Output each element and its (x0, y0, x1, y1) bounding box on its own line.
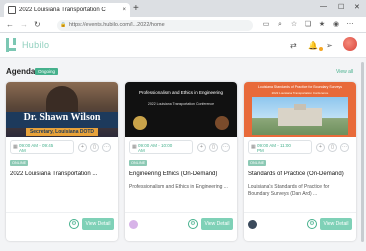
switch-icon[interactable]: ⇄ (290, 41, 297, 50)
notification-dot (319, 47, 323, 51)
reader-mode-icon[interactable]: ▭ (262, 21, 270, 29)
view-detail-button[interactable]: View Detail (201, 218, 233, 230)
tab-title: 2022 Louisiana Transportation C (19, 7, 106, 13)
app-header: Hubilo ⇄ 🔔 ➢ (0, 33, 366, 58)
brand-name: Hubilo (22, 40, 50, 50)
session-time: ▦ 09:00 AM - 11:00 PM (248, 140, 312, 154)
back-button[interactable]: ← (6, 20, 14, 30)
page-scrollbar[interactable] (361, 62, 364, 242)
thumbnail-title-overlay: Professionalism and Ethics in Engineerin… (138, 90, 224, 95)
address-toolbar: ← → ↻ 🔒 https://events.hubilo.com/l...20… (0, 17, 366, 33)
hubilo-logo[interactable] (6, 38, 17, 52)
session-thumbnail: Dr. Shawn Wilson Secretary, Louisiana DO… (6, 82, 118, 137)
bookmark-icon[interactable]: ▯ (90, 143, 99, 152)
online-tag: ONLINE (129, 160, 148, 166)
thumbnail-subtitle-overlay: 2022 Louisiana Transportation Conference (147, 102, 215, 106)
view-detail-button[interactable]: View Detail (320, 218, 352, 230)
session-card[interactable]: Professionalism and Ethics in Engineerin… (125, 82, 237, 241)
lock-icon: 🔒 (60, 22, 67, 28)
logo-seal-right (215, 116, 229, 130)
settings-gear-icon[interactable]: ⚙ (69, 219, 79, 229)
calendar-icon: ▦ (251, 144, 256, 150)
settings-gear-icon[interactable]: ⚙ (188, 219, 198, 229)
add-to-calendar-icon[interactable]: + (316, 143, 325, 152)
zoom-icon[interactable]: ⌕ (276, 21, 284, 29)
share-icon[interactable]: ⋯ (102, 143, 111, 152)
page-favicon-icon (8, 6, 16, 14)
view-detail-button[interactable]: View Detail (82, 218, 114, 230)
browser-window: 2022 Louisiana Transportation C × + — ☐ … (0, 0, 366, 251)
online-tag: ONLINE (248, 160, 267, 166)
bookmark-icon[interactable]: ▯ (209, 143, 218, 152)
forward-button[interactable]: → (20, 20, 28, 30)
add-to-calendar-icon[interactable]: + (78, 143, 87, 152)
minimize-button[interactable]: — (320, 3, 327, 10)
url-field[interactable]: 🔒 https://events.hubilo.com/l...2022/hom… (57, 20, 253, 31)
maximize-button[interactable]: ☐ (338, 3, 344, 11)
session-time: ▦ 09:00 AM - 09:45 AM (10, 140, 74, 154)
session-card[interactable]: Louisiana Standards of Practice for Boun… (244, 82, 356, 241)
agenda-heading: Agenda (6, 67, 36, 76)
logo-seal-left (133, 116, 147, 130)
session-title[interactable]: Standards of Practice (On-Demand) (248, 171, 354, 177)
session-thumbnail: Professionalism and Ethics in Engineerin… (125, 82, 237, 137)
tab-strip: 2022 Louisiana Transportation C × + — ☐ … (0, 0, 366, 17)
speaker-avatar[interactable] (248, 220, 257, 229)
session-time: ▦ 09:00 AM - 10:00 AM (129, 140, 193, 154)
session-thumbnail: Louisiana Standards of Practice for Boun… (244, 82, 356, 137)
online-tag: ONLINE (10, 160, 29, 166)
reload-button[interactable]: ↻ (34, 20, 41, 30)
calendar-icon: ▦ (132, 144, 137, 150)
share-icon[interactable]: ⋯ (340, 143, 349, 152)
session-description: Professionalism and Ethics in Engineerin… (129, 184, 228, 190)
browser-tab[interactable]: 2022 Louisiana Transportation C × (4, 3, 130, 17)
speaker-name-overlay: Dr. Shawn Wilson (23, 112, 101, 123)
more-menu-icon[interactable]: ⋯ (346, 21, 354, 29)
calendar-icon: ▦ (13, 144, 18, 150)
tab-close-icon[interactable]: × (122, 7, 126, 13)
favorites-icon[interactable]: ★ (318, 21, 326, 29)
thumbnail-subtitle-overlay: 2022 Louisiana Transportation Conference (271, 91, 329, 95)
session-description: Louisiana's Standards of Practice for Bo… (248, 184, 330, 197)
thumbnail-title-overlay: Louisiana Standards of Practice for Boun… (257, 85, 343, 89)
bookmark-icon[interactable]: ▯ (328, 143, 337, 152)
favorite-star-icon[interactable]: ☆ (290, 21, 298, 29)
ongoing-badge: Ongoing (35, 68, 59, 75)
speaker-avatar[interactable] (129, 220, 138, 229)
collections-icon[interactable]: ❏ (304, 21, 312, 29)
session-card[interactable]: Dr. Shawn Wilson Secretary, Louisiana DO… (6, 82, 118, 241)
notification-bell-icon[interactable]: 🔔 (308, 41, 318, 50)
session-title[interactable]: Engineering Ethics (On-Demand) (129, 171, 235, 177)
session-title[interactable]: 2022 Louisiana Transportation ... (10, 171, 116, 177)
speaker-title-overlay: Secretary, Louisiana DOTD (29, 129, 95, 135)
share-icon[interactable]: ⋯ (221, 143, 230, 152)
add-to-calendar-icon[interactable]: + (197, 143, 206, 152)
new-tab-button[interactable]: + (133, 3, 139, 15)
view-all-link[interactable]: View all (336, 69, 353, 75)
close-window-button[interactable]: ✕ (354, 3, 360, 11)
settings-gear-icon[interactable]: ⚙ (307, 219, 317, 229)
send-icon[interactable]: ➢ (326, 41, 333, 50)
user-avatar[interactable] (343, 37, 357, 51)
profile-icon[interactable]: ◉ (332, 21, 340, 29)
url-text: https://events.hubilo.com/l...2022/home (69, 22, 165, 28)
